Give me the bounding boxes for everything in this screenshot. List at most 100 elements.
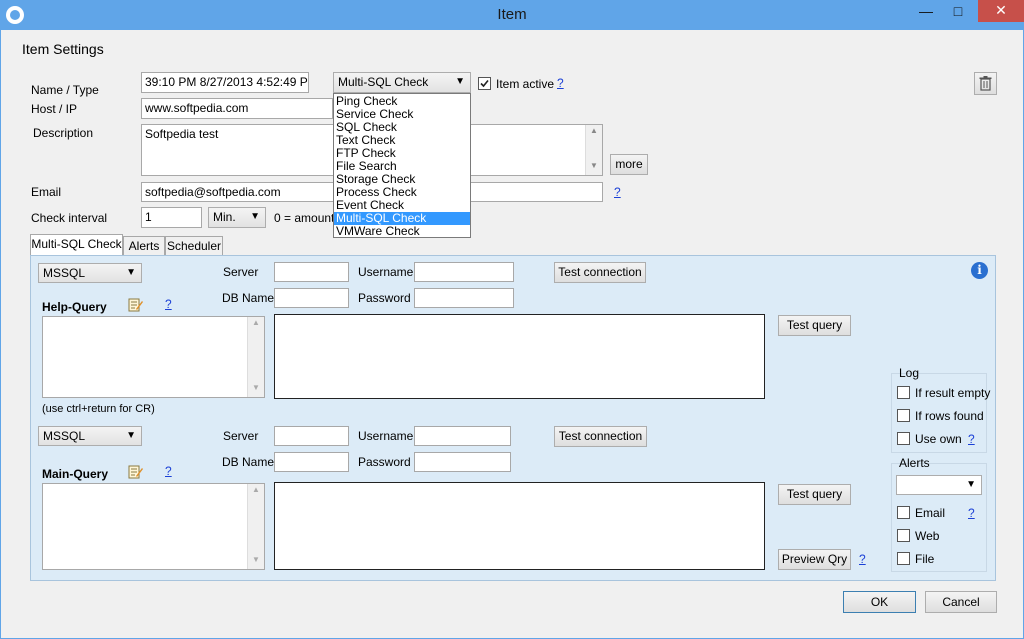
help-password-label: Password	[358, 291, 411, 305]
tab-scheduler[interactable]: Scheduler	[165, 236, 223, 256]
alert-web-checkbox[interactable]	[897, 529, 910, 542]
type-select[interactable]: Multi-SQL Check ▼	[333, 72, 471, 93]
cancel-button[interactable]: Cancel	[925, 591, 997, 613]
alert-file-label: File	[915, 552, 935, 566]
main-test-connection-button[interactable]: Test connection	[554, 426, 647, 447]
help-server-input[interactable]	[274, 262, 349, 282]
type-select-value: Multi-SQL Check	[338, 75, 429, 89]
check-interval-input[interactable]: 1	[141, 207, 202, 228]
help-query-title: Help-Query	[42, 300, 107, 314]
main-server-label: Server	[223, 429, 259, 443]
tab-multi-sql-check[interactable]: Multi-SQL Check	[30, 234, 123, 256]
help-test-connection-button[interactable]: Test connection	[554, 262, 646, 283]
edit-note-icon[interactable]	[128, 297, 143, 312]
help-query-hint: (use ctrl+return for CR)	[42, 403, 155, 415]
scroll-up-icon: ▲	[252, 318, 260, 327]
main-db-type-select[interactable]: MSSQL ▼	[38, 426, 142, 446]
log-group-title: Log	[899, 366, 920, 380]
if-result-empty-checkbox[interactable]	[897, 386, 910, 399]
preview-help-link[interactable]: ?	[859, 552, 866, 566]
checkmark-icon	[480, 79, 489, 88]
main-password-input[interactable]	[414, 452, 511, 472]
item-active-label: Item active	[496, 77, 555, 91]
scroll-up-icon: ▲	[590, 126, 598, 135]
chevron-down-icon: ▼	[126, 430, 136, 441]
check-interval-label: Check interval	[31, 211, 108, 225]
close-button[interactable]: ✕	[978, 0, 1024, 22]
help-test-query-button[interactable]: Test query	[778, 315, 851, 336]
item-active-checkbox[interactable]	[478, 77, 491, 90]
help-username-input[interactable]	[414, 262, 514, 282]
alert-web-label: Web	[915, 529, 940, 543]
alert-email-label: Email	[915, 506, 946, 520]
help-db-type-value: MSSQL	[43, 266, 86, 280]
scroll-up-icon: ▲	[252, 485, 260, 494]
help-username-label: Username	[358, 265, 414, 279]
window-title: Item	[497, 6, 527, 23]
trash-icon	[979, 76, 992, 91]
help-dbname-label: DB Name	[222, 291, 275, 305]
alert-email-checkbox[interactable]	[897, 506, 910, 519]
main-username-input[interactable]	[414, 426, 511, 446]
maximize-button[interactable]: □	[944, 0, 972, 22]
main-query-title: Main-Query	[42, 467, 109, 481]
main-dbname-label: DB Name	[222, 455, 275, 469]
alerts-select[interactable]: ▼	[896, 475, 982, 495]
item-active-help-link[interactable]: ?	[557, 76, 564, 90]
help-server-label: Server	[223, 265, 259, 279]
email-help-link[interactable]: ?	[614, 185, 621, 199]
interval-unit-value: Min.	[213, 210, 236, 224]
info-icon[interactable]: i	[971, 262, 988, 279]
main-username-label: Username	[358, 429, 414, 443]
alert-email-help-link[interactable]: ?	[968, 506, 975, 520]
help-query-help-link[interactable]: ?	[165, 297, 172, 311]
description-scrollbar[interactable]: ▲ ▼	[585, 125, 602, 175]
help-query-scrollbar[interactable]: ▲ ▼	[247, 317, 264, 397]
preview-query-button[interactable]: Preview Qry	[778, 549, 851, 570]
scroll-down-icon: ▼	[252, 383, 260, 392]
type-option[interactable]: VMWare Check	[334, 225, 470, 238]
main-server-input[interactable]	[274, 426, 349, 446]
use-own-help-link[interactable]: ?	[968, 432, 975, 446]
help-query-parameters-input[interactable]	[42, 316, 265, 398]
scroll-down-icon: ▼	[590, 161, 598, 170]
more-button[interactable]: more	[610, 154, 648, 175]
main-test-query-button[interactable]: Test query	[778, 484, 851, 505]
ok-button[interactable]: OK	[843, 591, 916, 613]
main-db-type-value: MSSQL	[43, 429, 86, 443]
edit-note-icon[interactable]	[128, 464, 143, 479]
alert-file-checkbox[interactable]	[897, 552, 910, 565]
chevron-down-icon: ▼	[126, 267, 136, 278]
if-rows-found-checkbox[interactable]	[897, 409, 910, 422]
main-dbname-input[interactable]	[274, 452, 349, 472]
name-type-label: Name / Type	[31, 83, 99, 97]
main-query-scrollbar[interactable]: ▲ ▼	[247, 484, 264, 569]
description-value: Softpedia test	[145, 127, 219, 141]
delete-button[interactable]	[974, 72, 997, 95]
use-own-label: Use own	[915, 432, 962, 446]
alerts-group-title: Alerts	[899, 456, 930, 470]
help-dbname-input[interactable]	[274, 288, 349, 308]
main-query-editor[interactable]	[274, 482, 765, 570]
tab-alerts[interactable]: Alerts	[123, 236, 165, 256]
help-password-input[interactable]	[414, 288, 514, 308]
help-db-type-select[interactable]: MSSQL ▼	[38, 263, 142, 283]
host-label: Host / IP	[31, 102, 78, 116]
scroll-down-icon: ▼	[252, 555, 260, 564]
chevron-down-icon: ▼	[250, 211, 260, 222]
main-query-parameters-input[interactable]	[42, 483, 265, 570]
interval-unit-select[interactable]: Min. ▼	[208, 207, 266, 228]
chevron-down-icon: ▼	[966, 479, 976, 490]
type-dropdown-list: Ping Check Service Check SQL Check Text Che…	[333, 93, 471, 238]
minimize-button[interactable]: —	[912, 0, 940, 22]
main-query-help-link[interactable]: ?	[165, 464, 172, 478]
chevron-down-icon: ▼	[455, 76, 465, 87]
help-query-editor[interactable]	[274, 314, 765, 399]
page-title: Item Settings	[22, 41, 104, 57]
host-input[interactable]: www.softpedia.com	[141, 98, 333, 119]
use-own-checkbox[interactable]	[897, 432, 910, 445]
description-label: Description	[33, 126, 94, 140]
name-input[interactable]: 39:10 PM 8/27/2013 4:52:49 PM	[141, 72, 309, 93]
email-label: Email	[31, 185, 62, 199]
if-result-empty-label: If result empty	[915, 386, 991, 400]
